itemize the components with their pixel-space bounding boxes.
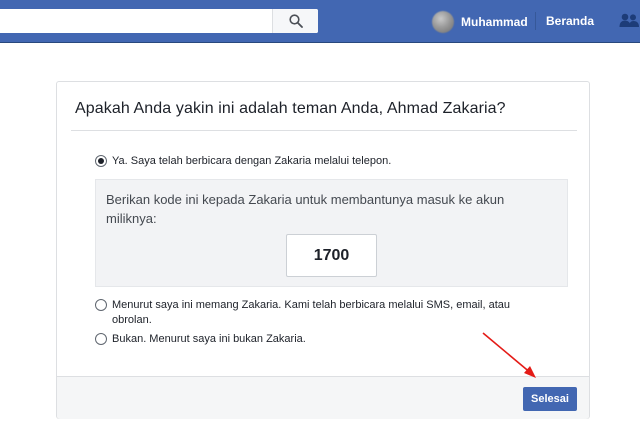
code-instruction: Berikan kode ini kepada Zakaria untuk me…: [106, 192, 505, 226]
search-input[interactable]: [0, 9, 268, 33]
avatar: [432, 11, 454, 33]
option-no-label[interactable]: Bukan. Menurut saya ini bukan Zakaria.: [112, 332, 532, 347]
friends-icon[interactable]: [619, 12, 640, 30]
option-yes-radio[interactable]: [95, 155, 107, 167]
home-link[interactable]: Beranda: [546, 14, 594, 28]
option-maybe-radio[interactable]: [95, 299, 107, 311]
annotation-arrow-icon: [482, 332, 536, 378]
option-maybe-label[interactable]: Menurut saya ini memang Zakaria. Kami te…: [112, 298, 532, 328]
option-yes-label[interactable]: Ya. Saya telah berbicara dengan Zakaria …: [112, 154, 542, 169]
dialog-title: Apakah Anda yakin ini adalah teman Anda,…: [75, 100, 506, 117]
title-divider: [71, 130, 577, 131]
recovery-code: 1700: [286, 234, 377, 277]
search-box: [0, 9, 318, 33]
code-panel: Berikan kode ini kepada Zakaria untuk me…: [95, 179, 568, 287]
profile-link[interactable]: Muhammad: [432, 11, 528, 33]
finish-button[interactable]: Selesai: [523, 387, 577, 411]
search-icon: [289, 14, 303, 28]
profile-name: Muhammad: [461, 15, 528, 29]
nav-divider: [535, 12, 536, 30]
dialog-footer: Selesai: [57, 376, 589, 419]
search-button[interactable]: [272, 9, 318, 33]
option-no-radio[interactable]: [95, 333, 107, 345]
top-navigation-bar: Muhammad Beranda: [0, 0, 640, 43]
